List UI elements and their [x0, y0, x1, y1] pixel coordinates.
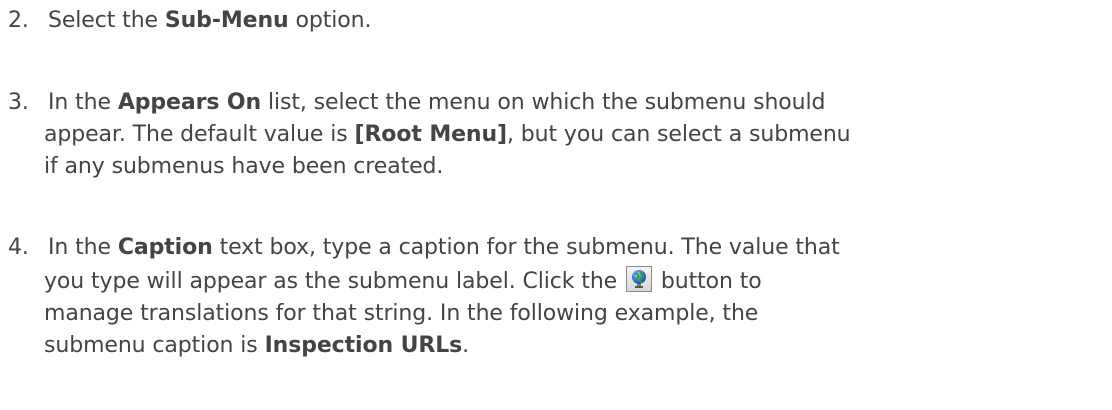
- step-number: 3.: [8, 90, 29, 115]
- bold-term: Caption: [117, 235, 213, 260]
- step-text-line: In the Appears On list, select the menu …: [48, 90, 826, 115]
- step-text-line: appear. The default value is [Root Menu]…: [44, 122, 851, 147]
- document-page: 2. Select the Sub-Menu option. 3. In the…: [0, 0, 1112, 410]
- bold-term: Sub-Menu: [164, 8, 289, 33]
- step-text-line: you type will appear as the submenu labe…: [44, 266, 762, 298]
- step-text-line: Select the Sub-Menu option.: [48, 8, 372, 33]
- step-number: 2.: [8, 8, 29, 33]
- step-text-line: manage translations for that string. In …: [44, 301, 759, 326]
- globe-translate-icon[interactable]: [626, 266, 652, 292]
- step-number: 4.: [8, 235, 29, 260]
- step-text-line: if any submenus have been created.: [44, 154, 444, 179]
- bold-term: Inspection URLs: [264, 333, 463, 358]
- step-text-line: In the Caption text box, type a caption …: [48, 235, 840, 260]
- step-text-line: submenu caption is Inspection URLs.: [44, 333, 470, 358]
- bold-term: [Root Menu]: [354, 122, 508, 147]
- bold-term: Appears On: [117, 90, 262, 115]
